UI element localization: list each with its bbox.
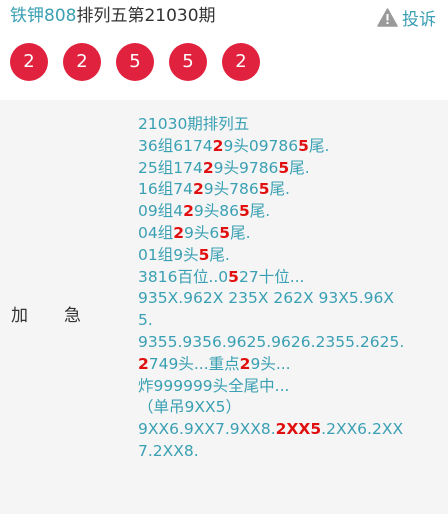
content-text: 尾. <box>230 223 251 242</box>
content-text: 9头09786 <box>223 136 299 155</box>
content-text: 09组4 <box>138 202 184 221</box>
lottery-numbers: 2 2 5 5 2 <box>10 43 260 81</box>
highlight-text: 2 <box>138 354 149 373</box>
content-line: （单吊9XX5） <box>138 397 442 419</box>
page-title: 铁钾808排列五第21030期 <box>10 6 216 26</box>
side-labels: 加 急 <box>11 301 81 326</box>
content-text: 9头86 <box>193 202 239 221</box>
report-label: 投诉 <box>402 10 436 30</box>
content-text: 9头6 <box>184 223 220 242</box>
highlight-text: 5 <box>198 245 210 264</box>
highlight-text: 5 <box>219 223 231 242</box>
content-line: 3816百位..0527十位... <box>138 267 442 289</box>
number-ball: 2 <box>222 43 260 81</box>
content-line: 9355.9356.9625.9626.2355.2625. <box>138 332 442 354</box>
content-text: 27十位... <box>238 267 305 286</box>
content-line: 2749头...重点29头... <box>138 354 442 376</box>
highlight-text: 2 <box>192 180 204 199</box>
highlight-text: 2 <box>183 202 194 221</box>
content-line: 21030期排列五 <box>138 114 442 136</box>
content-text: 9355.9356.9625.9626.2355.2625. <box>138 332 405 351</box>
content-line: 16组7429头7865尾. <box>138 179 442 201</box>
content-text: 尾. <box>209 245 230 264</box>
content-text: （单吊9XX5） <box>138 398 241 417</box>
highlight-text: 5 <box>238 202 250 221</box>
number-ball: 2 <box>10 43 48 81</box>
content-text: 9XX6.9XX7.9XX8. <box>138 420 276 439</box>
highlight-text: 2 <box>202 158 214 177</box>
content-text: 36组6174 <box>138 136 213 155</box>
warning-icon <box>377 8 398 27</box>
highlight-text: 2 <box>239 354 251 373</box>
content-text: 9头9786 <box>213 158 279 177</box>
content-line: 炸999999头全尾中... <box>138 376 442 398</box>
number-ball: 5 <box>116 43 154 81</box>
content-text: 5. <box>138 311 153 330</box>
highlight-text: 5 <box>228 267 239 286</box>
number-ball: 2 <box>63 43 101 81</box>
content-line: 5. <box>138 310 442 332</box>
content-text: 01组9头 <box>138 245 199 264</box>
number-ball: 5 <box>169 43 207 81</box>
content-text: 尾. <box>289 158 310 177</box>
content-text: 7.2XX8. <box>138 441 199 460</box>
highlight-text: 5 <box>258 180 270 199</box>
content-text: 21030期排列五 <box>138 115 250 133</box>
post-content: 21030期排列五 36组617429头097865尾. 25组17429头9786… <box>138 114 442 463</box>
content-text: 749头...重点 <box>148 354 240 373</box>
content-text: 9头786 <box>203 180 259 199</box>
content-text: .2XX6.2XX <box>321 420 404 439</box>
content-line: 36组617429头097865尾. <box>138 136 442 158</box>
issue-title: 排列五第21030期 <box>76 6 216 26</box>
highlight-text: 2 <box>173 223 185 242</box>
highlight-text: 2 <box>212 136 224 155</box>
content-line: 09组429头865尾. <box>138 201 442 223</box>
content-line: 04组29头65尾. <box>138 223 442 245</box>
side-label-urgent-2: 急 <box>64 306 81 326</box>
content-text: 9头... <box>250 354 291 373</box>
content-line: 7.2XX8. <box>138 441 442 463</box>
content-line: 25组17429头97865尾. <box>138 158 442 180</box>
highlight-text: 5 <box>278 158 290 177</box>
author-link[interactable]: 铁钾808 <box>10 6 76 26</box>
content-text: 炸999999头全尾中... <box>138 376 290 395</box>
content-text: 3816百位..0 <box>138 267 229 286</box>
highlight-text: 5 <box>298 136 309 155</box>
content-text: 尾. <box>249 202 271 221</box>
content-line: 9XX6.9XX7.9XX8.2XX5.2XX6.2XX <box>138 419 442 441</box>
header: 铁钾808排列五第21030期 投诉 2 2 5 5 2 <box>0 0 448 100</box>
content-text: 04组 <box>138 223 174 242</box>
side-label-urgent-1: 加 <box>11 306 28 326</box>
report-button[interactable]: 投诉 <box>377 5 436 30</box>
content-text: 935X.962X 235X 262X 93X5.96X <box>138 289 394 308</box>
content-text: 尾. <box>269 180 290 199</box>
content-line: 935X.962X 235X 262X 93X5.96X <box>138 288 442 310</box>
highlight-text: 2XX5 <box>275 420 322 439</box>
content-text: 25组174 <box>138 158 203 177</box>
content-text: 16组74 <box>138 180 193 199</box>
content-text: 尾. <box>308 136 330 155</box>
content-line: 01组9头5尾. <box>138 245 442 267</box>
